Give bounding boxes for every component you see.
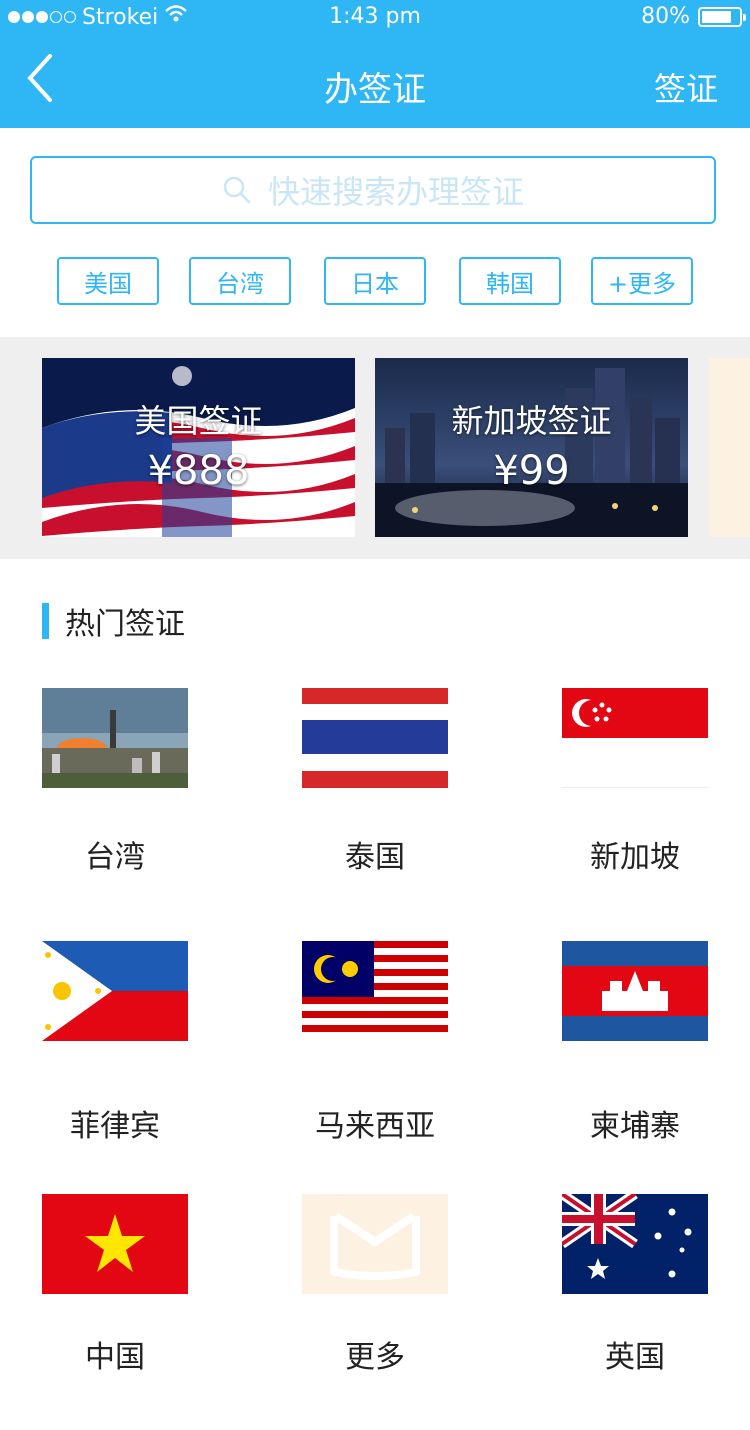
malaysia-flag-icon [302, 941, 448, 1041]
banner-singapore[interactable]: 新加坡签证 ¥99 [375, 358, 688, 537]
visa-item-label: 马来西亚 [315, 1109, 435, 1144]
battery-icon [698, 6, 746, 27]
visa-item-label: 更多 [345, 1340, 405, 1375]
quick-tags: 美国 台湾 日本 韩国 +更多 [0, 257, 750, 305]
tag-korea[interactable]: 韩国 [459, 257, 561, 305]
vietnam-flag-icon [42, 1194, 188, 1294]
visa-link-button[interactable]: 签证 [654, 64, 718, 110]
status-time: 1:43 pm [329, 4, 421, 29]
header: Strokei 1:43 pm 80% 办签证 签证 [0, 0, 750, 128]
banner-title: 新加坡签证 [451, 402, 612, 440]
visa-item-label: 英国 [605, 1340, 665, 1375]
taiwan-photo-icon [42, 688, 188, 788]
battery-percent: 80% [641, 4, 690, 29]
tag-japan[interactable]: 日本 [324, 257, 426, 305]
navbar: 办签证 签证 [0, 34, 750, 128]
tag-usa[interactable]: 美国 [57, 257, 159, 305]
battery: 80% [641, 4, 746, 29]
banner-price: ¥99 [493, 448, 570, 494]
section-title: 热门签证 [65, 607, 185, 642]
section-header: 热门签证 [42, 603, 185, 642]
philippines-flag-icon [42, 941, 188, 1041]
page-title: 办签证 [324, 70, 426, 110]
tag-taiwan[interactable]: 台湾 [189, 257, 291, 305]
status-bar: Strokei 1:43 pm 80% [0, 0, 750, 34]
visa-item-label: 柬埔寨 [590, 1109, 680, 1144]
visa-item-label: 台湾 [85, 840, 145, 875]
visa-item-label: 新加坡 [590, 840, 680, 875]
australia-flag-icon [562, 1194, 708, 1294]
visa-item-label: 中国 [85, 1340, 145, 1375]
cambodia-flag-icon [562, 941, 708, 1041]
tag-more[interactable]: +更多 [591, 257, 693, 305]
banner-usa[interactable]: 美国签证 ¥888 [42, 358, 355, 537]
more-icon [302, 1194, 448, 1294]
banner-next-peek[interactable] [709, 358, 750, 537]
search-placeholder: 快速搜索办理签证 [267, 173, 524, 211]
thailand-flag-icon [302, 688, 448, 788]
visa-item-label: 泰国 [345, 840, 405, 875]
banner-price: ¥888 [147, 448, 250, 494]
banner-title: 美国签证 [134, 402, 263, 440]
banner-carousel: 美国签证 ¥888 新加坡签证 ¥99 [0, 337, 750, 559]
search-icon [223, 176, 251, 204]
section-accent-bar [42, 603, 49, 639]
visa-item-label: 菲律宾 [70, 1109, 160, 1144]
search-input[interactable]: 快速搜索办理签证 [30, 156, 716, 224]
singapore-flag-icon [562, 688, 708, 788]
